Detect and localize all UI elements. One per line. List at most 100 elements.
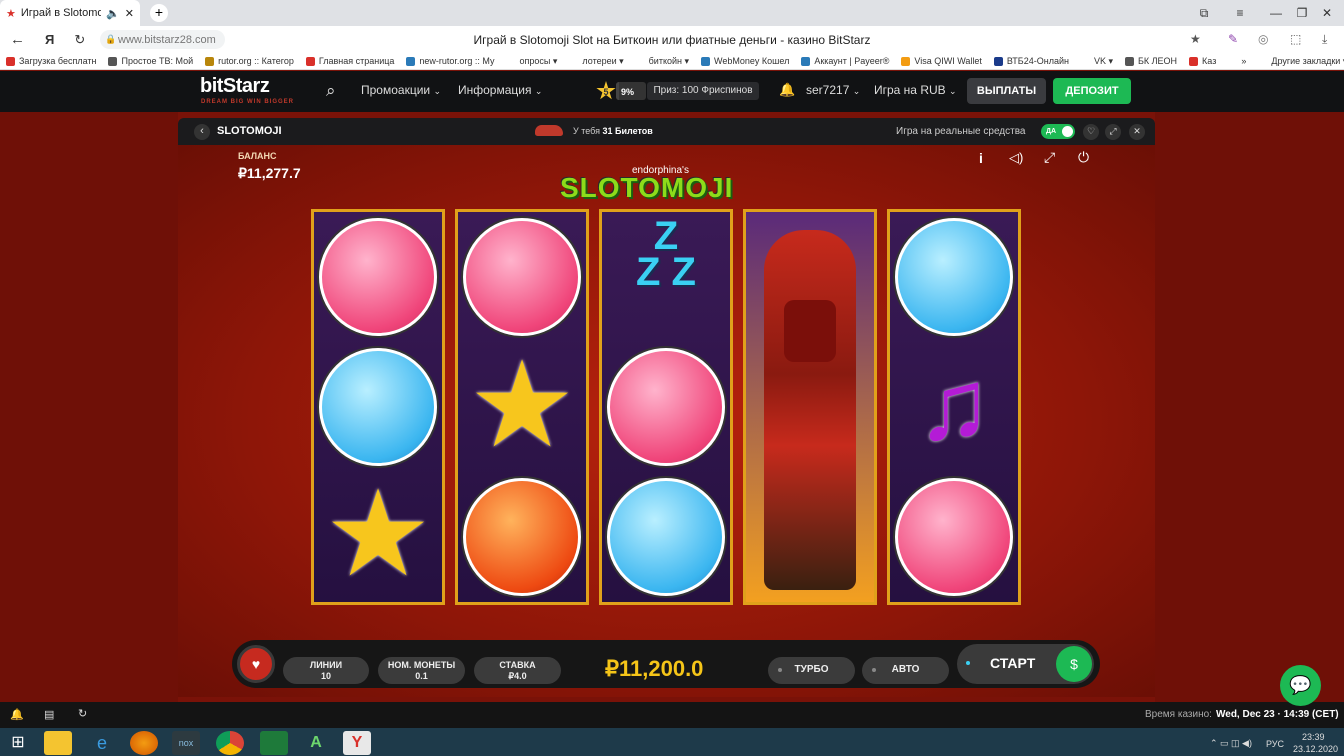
windows-start-icon[interactable]: ⊞ [4, 731, 32, 755]
bookmark-icon [1189, 56, 1199, 66]
prize-badge[interactable]: Приз: 100 Фриспинов [647, 82, 759, 100]
bookmark-item[interactable]: VK ▾ [1075, 56, 1119, 67]
real-money-toggle[interactable]: ДА [1041, 124, 1075, 139]
tray-icons[interactable]: ⌃ ▭ ◫ ◀) [1210, 738, 1252, 749]
pen-icon[interactable]: ✎ [1228, 32, 1238, 46]
excel-icon[interactable] [260, 731, 288, 755]
expand-icon[interactable]: ⤢ [1044, 149, 1055, 166]
clock-date[interactable]: 23.12.2020 [1293, 744, 1338, 754]
chat-button[interactable]: 💬 [1280, 665, 1321, 706]
bookmark-item[interactable]: Главная страница [300, 56, 401, 66]
bookmark-icon [305, 56, 315, 66]
withdraw-button[interactable]: ВЫПЛАТЫ [967, 78, 1046, 104]
start-indicator [966, 661, 970, 665]
bookmark-icon [6, 56, 15, 66]
lines-control[interactable]: ЛИНИИ 10 [283, 657, 369, 684]
close-window-icon[interactable]: ✕ [1305, 0, 1344, 26]
bookmark-item[interactable]: опросы ▾ [501, 56, 564, 67]
nox-icon[interactable]: nox [172, 731, 200, 755]
user-menu[interactable]: ser7217 ⌄ [806, 83, 860, 97]
globe-icon[interactable]: ◎ [1258, 32, 1268, 46]
bookmark-item[interactable]: » [1222, 56, 1252, 66]
bookmark-item[interactable]: лотереи ▾ [563, 56, 629, 67]
bookmark-icon [901, 56, 911, 66]
bookmark-item[interactable]: Загрузка бесплатн [0, 56, 102, 66]
currency-menu[interactable]: Игра на RUB ⌄ [874, 83, 957, 97]
bookmark-item[interactable]: rutor.org :: Категор [199, 56, 300, 66]
start-button[interactable]: СТАРТ $ [957, 644, 1094, 684]
bookmark-item[interactable]: Каз [1183, 56, 1222, 66]
heart-eyes-face-icon [319, 218, 437, 336]
bookmark-label: Простое ТВ: Мой [121, 56, 194, 66]
chevron-down-icon: ⌄ [852, 86, 861, 96]
language-indicator[interactable]: РУС [1266, 739, 1284, 749]
bell-icon[interactable]: 🔔 [779, 82, 795, 98]
bookmark-label: Каз [1202, 56, 1217, 66]
bookmark-icon [1124, 56, 1134, 66]
extension-icon[interactable]: ⬚ [1290, 32, 1301, 46]
turbo-button[interactable]: ТУРБО [768, 657, 855, 684]
yandex-icon[interactable]: Я [45, 32, 54, 47]
sound-icon[interactable]: ◁) [1009, 150, 1023, 166]
nav-info[interactable]: Информация ⌄ [458, 83, 542, 97]
reel-3: ZZ Z [599, 209, 733, 605]
search-icon[interactable]: ⌕ [326, 81, 336, 101]
chrome-icon[interactable] [216, 731, 244, 755]
bookmark-item[interactable]: биткойн ▾ [630, 56, 695, 67]
favorite-icon[interactable]: ♡ [1083, 124, 1099, 140]
ie-icon[interactable]: e [88, 731, 116, 755]
bet-control[interactable]: СТАВКА ₽4.0 [474, 657, 561, 684]
bet-value: ₽4.0 [508, 671, 527, 681]
tickets-count: 31 Билетов [602, 126, 653, 136]
bookmark-label: Visa QIWI Wallet [914, 56, 982, 66]
turbo-indicator [778, 668, 782, 672]
tab-title: Играй в Slotomoji Sl [20, 7, 102, 19]
firefox-icon[interactable] [130, 731, 158, 755]
yandex-browser-icon[interactable]: Y [343, 731, 371, 755]
back-button[interactable]: ‹ [194, 124, 210, 140]
reel-2: ★ [455, 209, 589, 605]
close-game-icon[interactable]: ✕ [1129, 124, 1145, 140]
refresh-icon[interactable]: ↻ [78, 707, 87, 720]
bookmark-item[interactable]: Другие закладки ▾ [1252, 56, 1344, 67]
power-icon[interactable]: ⏻ [1078, 149, 1089, 166]
bookmark-icon [506, 56, 516, 66]
news-icon[interactable]: ▤ [44, 708, 54, 721]
browser-tab[interactable]: ★ Играй в Slotomoji Sl 🔈 ✕ [0, 0, 140, 26]
new-tab-button[interactable]: + [150, 4, 168, 22]
coin-control[interactable]: НОМ. МОНЕТЫ 0.1 [378, 657, 465, 684]
star-icon: ★ [468, 338, 576, 472]
bookmark-star-icon[interactable]: ★ [1190, 32, 1201, 46]
bookmark-item[interactable]: ВТБ24-Онлайн [988, 56, 1075, 66]
start-label: СТАРТ [990, 655, 1036, 671]
app-a-icon[interactable]: A [302, 731, 330, 755]
download-icon[interactable]: ⤓ [1322, 32, 1327, 47]
game-header: ‹ SLOTOMOJI У тебя 31 Билетов Игра на ре… [178, 118, 1155, 145]
site-status-bar: 🔔 ▤ ↻ Время казино: Wed, Dec 23 · 14:39 … [0, 702, 1344, 728]
bookmark-item[interactable]: Простое ТВ: Мой [102, 56, 199, 66]
explorer-icon[interactable] [44, 731, 72, 755]
bell-icon[interactable]: 🔔 [10, 708, 24, 721]
nav-promotions[interactable]: Промоакции ⌄ [361, 83, 441, 97]
sleep-z-icon: ZZ Z [636, 214, 696, 294]
site-logo[interactable]: bitStarz DREAM BIG WIN BIGGER [200, 75, 293, 105]
tickets-prefix: У тебя [573, 126, 600, 136]
reload-icon[interactable]: ↻ [74, 32, 85, 48]
chevron-down-icon: ⌄ [949, 86, 957, 96]
url-field[interactable]: 🔒 www.bitstarz28.com [100, 30, 225, 49]
bookmark-item[interactable]: WebMoney Кошел [695, 56, 795, 66]
info-icon[interactable]: i [979, 150, 983, 166]
clock-time[interactable]: 23:39 [1302, 732, 1325, 742]
bookmark-item[interactable]: Visa QIWI Wallet [895, 56, 988, 66]
bookmark-item[interactable]: Аккаунт | Payeer® [795, 56, 895, 66]
back-icon[interactable]: ← [10, 31, 25, 48]
fullscreen-icon[interactable]: ⤢ [1105, 124, 1121, 140]
slotomoji-logo: SLOTOMOJI [560, 172, 734, 203]
close-tab-icon[interactable]: ✕ [125, 7, 134, 20]
audio-icon[interactable]: 🔈 [106, 7, 120, 20]
bookmark-item[interactable]: БК ЛЕОН [1119, 56, 1183, 66]
paytable-button[interactable]: ♥ [237, 645, 275, 683]
deposit-button[interactable]: ДЕПОЗИТ [1053, 78, 1131, 104]
auto-button[interactable]: АВТО [862, 657, 949, 684]
bookmark-item[interactable]: new-rutor.org :: Му [400, 56, 500, 66]
